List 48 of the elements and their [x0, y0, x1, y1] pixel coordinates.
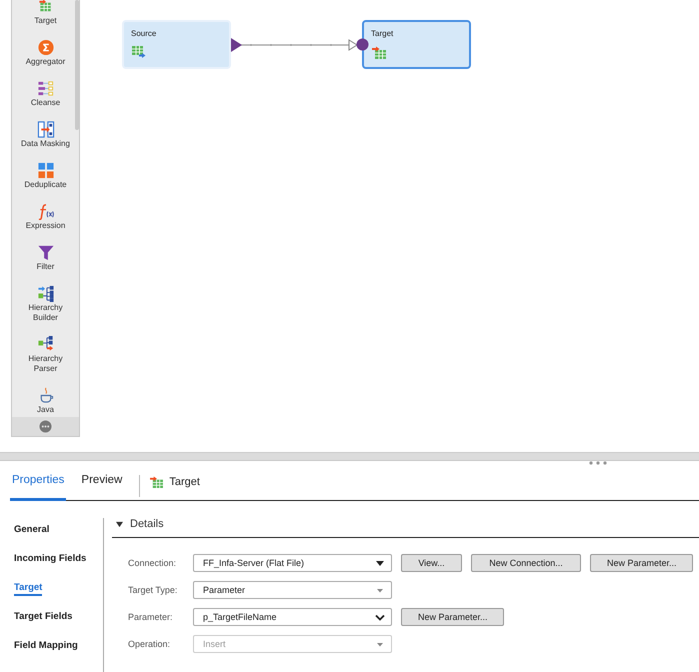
nav-item[interactable]: Incoming Fields [14, 553, 86, 567]
table-icon [132, 46, 146, 59]
more-icon[interactable] [39, 420, 52, 433]
dropdown-field[interactable]: FF_Infa-Server (Flat File) [193, 554, 392, 572]
transformation-node[interactable]: Source [122, 20, 231, 69]
action-button[interactable]: New Parameter... [401, 608, 504, 626]
dropdown-field[interactable]: Parameter [193, 581, 392, 599]
tab[interactable]: Preview [79, 461, 124, 501]
funnel-icon[interactable] [36, 244, 54, 261]
scrollbar[interactable] [75, 0, 79, 130]
sigma-icon[interactable] [36, 39, 54, 56]
nav-item[interactable]: Field Mapping [14, 640, 78, 654]
palette-label[interactable]: Aggregator [20, 57, 70, 67]
transformation-node[interactable]: Target [362, 20, 471, 69]
palette-label[interactable]: Expression [20, 221, 70, 231]
field-label: Parameter: [128, 612, 174, 622]
section-title: Details [130, 518, 164, 530]
palette-label[interactable]: Hierarchy Parser [20, 354, 70, 374]
caret-icon [375, 612, 385, 622]
palette-label[interactable]: Data Masking [20, 139, 70, 149]
function-icon[interactable] [36, 203, 54, 220]
expand-toggle-icon[interactable] [116, 520, 123, 528]
input-port-icon[interactable] [356, 38, 369, 51]
caret-icon [375, 558, 385, 568]
palette-label[interactable]: Cleanse [20, 98, 70, 108]
tab[interactable]: Properties [10, 461, 66, 501]
palette-label[interactable]: Deduplicate [20, 180, 70, 190]
list-icon[interactable] [36, 80, 54, 97]
field-label: Connection: [128, 558, 178, 568]
dropdown-field[interactable]: p_TargetFileName [193, 608, 392, 626]
field-label: Operation: [128, 639, 172, 649]
table-icon [150, 476, 164, 488]
hierarchy-icon[interactable] [36, 336, 54, 353]
nav-item[interactable]: General [14, 524, 50, 538]
table-icon [372, 46, 386, 59]
palette-label[interactable]: Java [20, 405, 70, 415]
action-button[interactable]: New Parameter... [590, 554, 693, 572]
palette-label[interactable]: Hierarchy Builder [20, 303, 70, 323]
palette-label[interactable]: Filter [20, 262, 70, 272]
resize-handle-icon[interactable] [589, 461, 607, 465]
palette-label[interactable]: Target [20, 16, 70, 26]
object-title: Target [169, 476, 200, 488]
action-button[interactable]: View... [401, 554, 462, 572]
nav-item[interactable]: Target [14, 582, 42, 596]
nav-item[interactable]: Target Fields [14, 611, 72, 625]
action-button[interactable]: New Connection... [471, 554, 581, 572]
hierarchy-icon[interactable] [36, 285, 54, 302]
field-label: Target Type: [128, 585, 178, 595]
